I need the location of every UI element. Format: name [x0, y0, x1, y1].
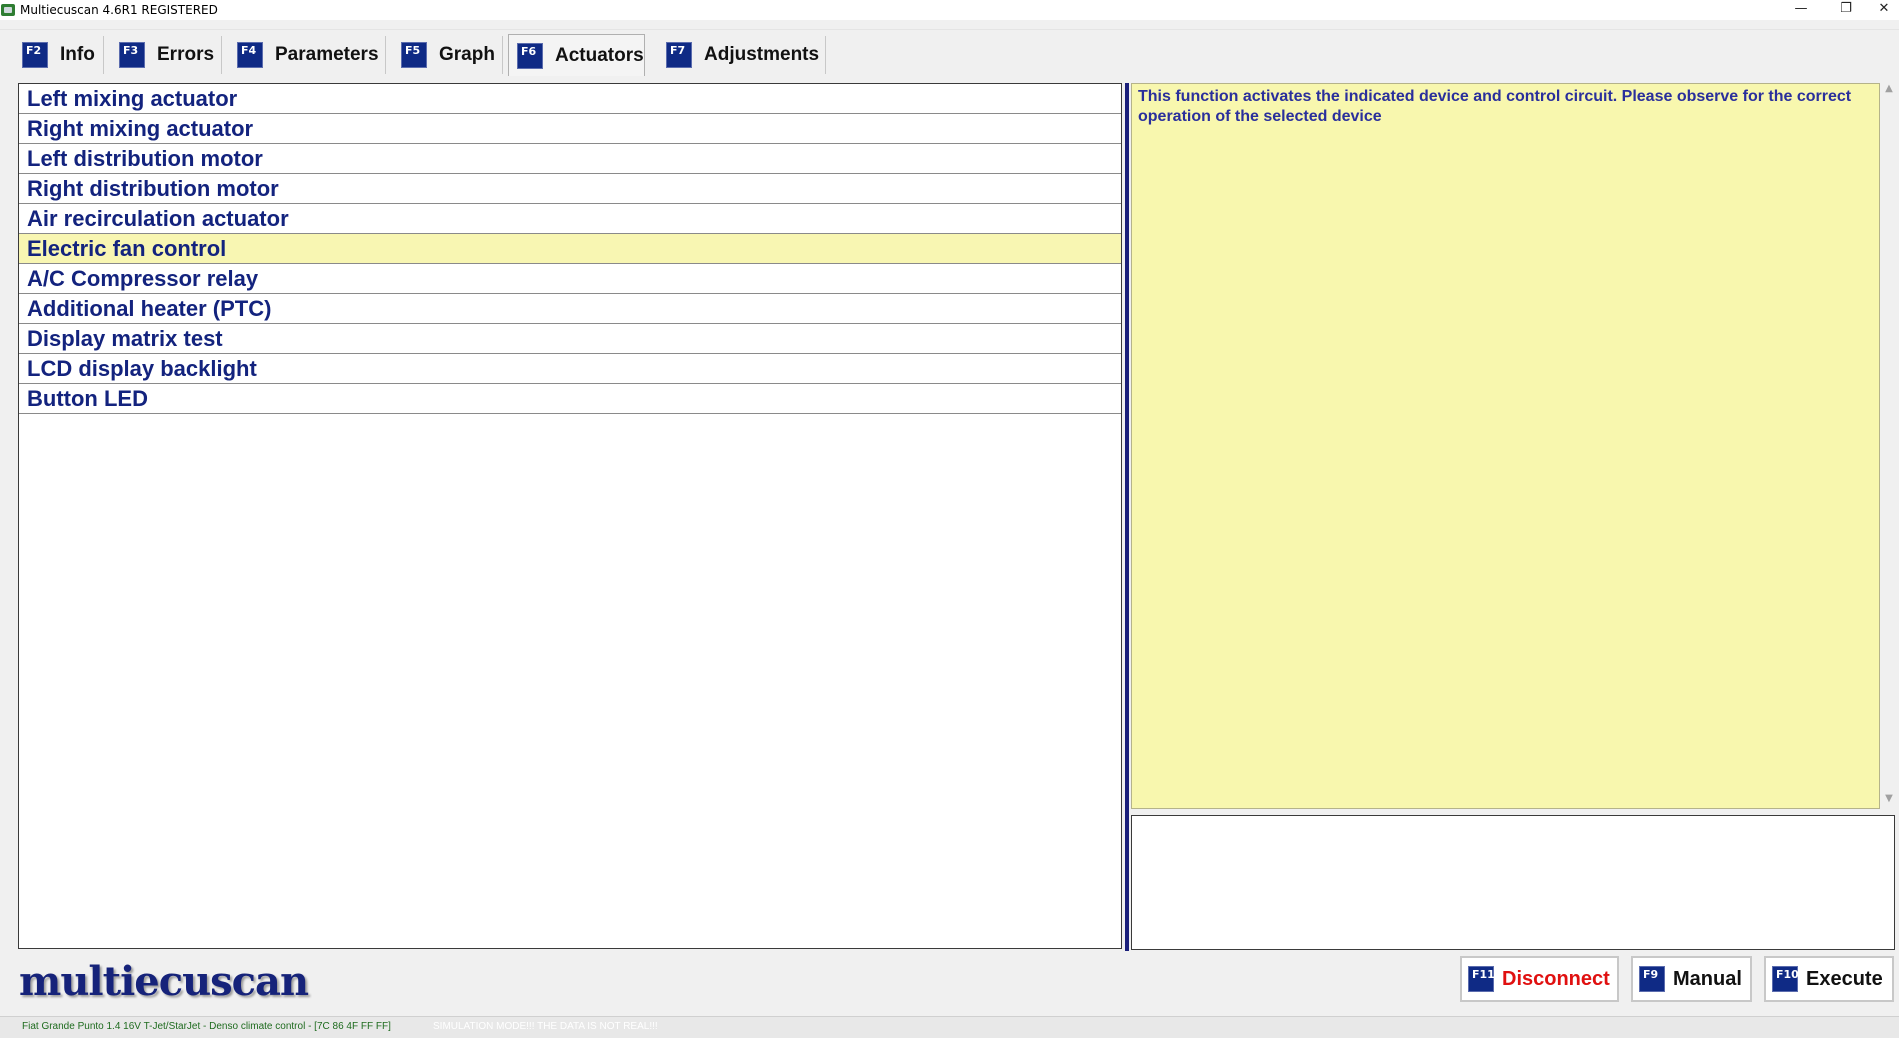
list-item[interactable]: Display matrix test	[19, 324, 1121, 354]
scroll-down-arrow-icon[interactable]: ▼	[1881, 793, 1897, 804]
tab-label: Actuators	[555, 44, 644, 66]
panel-splitter[interactable]	[1125, 83, 1129, 951]
manual-label: Manual	[1673, 967, 1742, 990]
list-item[interactable]: Right mixing actuator	[19, 114, 1121, 144]
status-bar: Fiat Grande Punto 1.4 16V T-Jet/StarJet …	[0, 1016, 1899, 1038]
vehicle-status: Fiat Grande Punto 1.4 16V T-Jet/StarJet …	[22, 1021, 391, 1032]
tab-label: Graph	[439, 44, 495, 65]
list-item[interactable]: Left distribution motor	[19, 144, 1121, 174]
tab-actuators[interactable]: F6 Actuators	[508, 34, 645, 76]
list-item[interactable]: LCD display backlight	[19, 354, 1121, 384]
tab-graph[interactable]: F5 Graph	[393, 36, 503, 74]
manual-button[interactable]: F9 Manual	[1631, 956, 1752, 1002]
f9-key-badge: F9	[1639, 966, 1665, 992]
description-text: This function activates the indicated de…	[1138, 88, 1852, 125]
tab-label: Adjustments	[704, 44, 820, 65]
title-bar: Multiecuscan 4.6R1 REGISTERED — ❐ ✕	[0, 0, 1899, 20]
execute-button[interactable]: F10 Execute	[1764, 956, 1894, 1002]
list-item-selected[interactable]: Electric fan control	[19, 234, 1121, 264]
close-button[interactable]: ✕	[1869, 0, 1899, 20]
list-item[interactable]: A/C Compressor relay	[19, 264, 1121, 294]
tab-bar: F2 Info F3 Errors F4 Parameters F5 Graph…	[0, 29, 1899, 76]
execute-label: Execute	[1806, 967, 1883, 990]
f4-key-badge: F4	[237, 42, 263, 68]
window-title: Multiecuscan 4.6R1 REGISTERED	[20, 3, 218, 17]
function-description: This function activates the indicated de…	[1131, 83, 1880, 809]
tab-label: Info	[60, 44, 95, 65]
description-scrollbar[interactable]: ▲ ▼	[1881, 83, 1897, 809]
app-icon	[1, 4, 15, 16]
f6-key-badge: F6	[517, 42, 543, 69]
f5-key-badge: F5	[401, 42, 427, 68]
list-item[interactable]: Air recirculation actuator	[19, 204, 1121, 234]
tab-parameters[interactable]: F4 Parameters	[229, 36, 386, 74]
f2-key-badge: F2	[22, 42, 48, 68]
actuator-list: Left mixing actuator Right mixing actuat…	[18, 83, 1122, 949]
f3-key-badge: F3	[119, 42, 145, 68]
f7-key-badge: F7	[666, 42, 692, 68]
f11-key-badge: F11	[1468, 966, 1495, 992]
tab-errors[interactable]: F3 Errors	[111, 36, 222, 74]
list-item[interactable]: Button LED	[19, 384, 1121, 414]
simulation-warning: SIMULATION MODE!!! THE DATA IS NOT REAL!…	[433, 1021, 658, 1032]
disconnect-button[interactable]: F11 Disconnect	[1460, 956, 1619, 1002]
tab-info[interactable]: F2 Info	[14, 36, 104, 74]
list-item[interactable]: Left mixing actuator	[19, 84, 1121, 114]
tab-label: Errors	[157, 44, 215, 65]
tab-adjustments[interactable]: F7 Adjustments	[658, 36, 826, 74]
output-panel	[1131, 815, 1895, 950]
scroll-up-arrow-icon[interactable]: ▲	[1881, 83, 1897, 94]
list-item[interactable]: Right distribution motor	[19, 174, 1121, 204]
f10-key-badge: F10	[1772, 966, 1799, 992]
restore-button[interactable]: ❐	[1831, 0, 1861, 20]
disconnect-label: Disconnect	[1502, 967, 1610, 990]
tab-label: Parameters	[275, 44, 379, 65]
minimize-button[interactable]: —	[1786, 0, 1816, 20]
list-item[interactable]: Additional heater (PTC)	[19, 294, 1121, 324]
multiecuscan-logo: multiecuscan	[19, 958, 309, 1005]
